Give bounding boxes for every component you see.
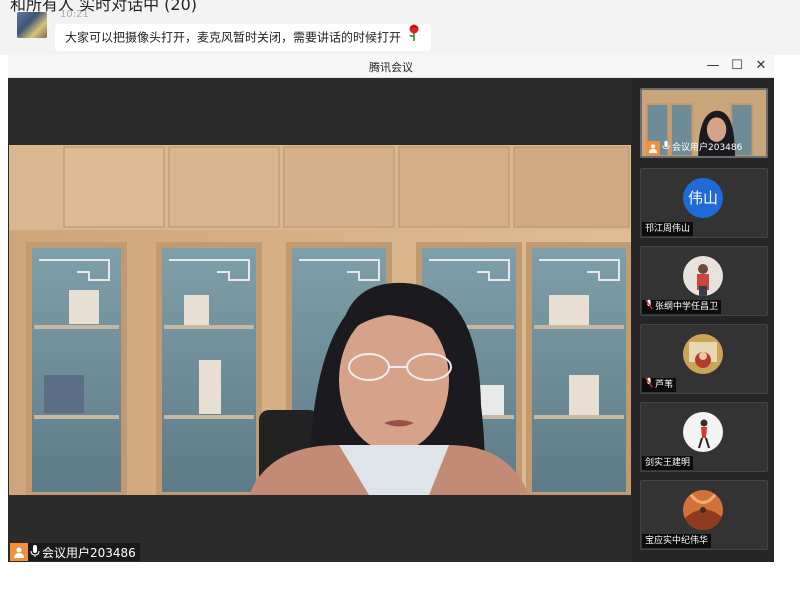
mic-muted-icon (645, 377, 653, 393)
rose-icon (407, 24, 421, 52)
participant-name: 邗江周伟山 (645, 224, 691, 234)
meeting-window: 腾讯会议 — ☐ ✕ 会议用户203486 会议用户203486 伟山 邗江周伟… (8, 55, 774, 562)
mic-muted-icon (645, 299, 653, 315)
participant-label: 张纲中学任昌卫 (642, 299, 722, 315)
person-icon (646, 141, 660, 155)
avatar: 伟山 (683, 178, 723, 218)
window-title: 腾讯会议 (369, 61, 413, 74)
speaker-video-frame (9, 145, 631, 495)
close-button[interactable]: ✕ (752, 57, 770, 75)
mic-on-icon (30, 543, 40, 562)
maximize-button[interactable]: ☐ (728, 57, 746, 75)
participants-panel: 会议用户203486 伟山 邗江周伟山 张纲中学任昌卫 芦苇 剑实王建明 宝应实… (632, 78, 774, 562)
participant-label: 剑实王建明 (642, 456, 694, 470)
participant-name: 芦苇 (655, 380, 674, 390)
chat-timestamp: 10:21 (60, 9, 89, 20)
main-speaker-name: 会议用户203486 (42, 545, 136, 560)
minimize-button[interactable]: — (704, 57, 722, 75)
window-titlebar[interactable]: 腾讯会议 — ☐ ✕ (8, 55, 774, 78)
person-icon (10, 543, 28, 561)
participant-tile[interactable]: 会议用户203486 (640, 88, 768, 158)
avatar (683, 256, 723, 296)
chat-message-text: 大家可以把摄像头打开，麦克风暂时关闭，需要讲话的时候打开 (65, 30, 402, 45)
participant-tile[interactable]: 张纲中学任昌卫 (640, 246, 768, 316)
main-speaker-label: 会议用户203486 (10, 543, 140, 561)
mic-on-icon (662, 140, 670, 156)
participant-tile[interactable]: 伟山 邗江周伟山 (640, 168, 768, 238)
avatar (683, 490, 723, 530)
participant-name: 会议用户203486 (672, 143, 743, 153)
participant-tile[interactable]: 芦苇 (640, 324, 768, 394)
participant-name: 剑实王建明 (645, 458, 691, 468)
participant-tile[interactable]: 宝应实中纪伟华 (640, 480, 768, 550)
chat-message-bubble: 大家可以把摄像头打开，麦克风暂时关闭，需要讲话的时候打开 (55, 24, 431, 51)
avatar (683, 412, 723, 452)
participant-label: 邗江周伟山 (642, 222, 694, 236)
participant-label: 芦苇 (642, 377, 677, 393)
participant-name: 张纲中学任昌卫 (655, 302, 719, 312)
avatar (683, 334, 723, 374)
participant-label: 会议用户203486 (643, 140, 745, 156)
chat-sender-avatar[interactable] (17, 12, 47, 38)
participant-tile[interactable]: 剑实王建明 (640, 402, 768, 472)
main-speaker-video[interactable]: 会议用户203486 (9, 78, 631, 562)
participant-name: 宝应实中纪伟华 (645, 536, 709, 546)
participant-label: 宝应实中纪伟华 (642, 534, 712, 548)
